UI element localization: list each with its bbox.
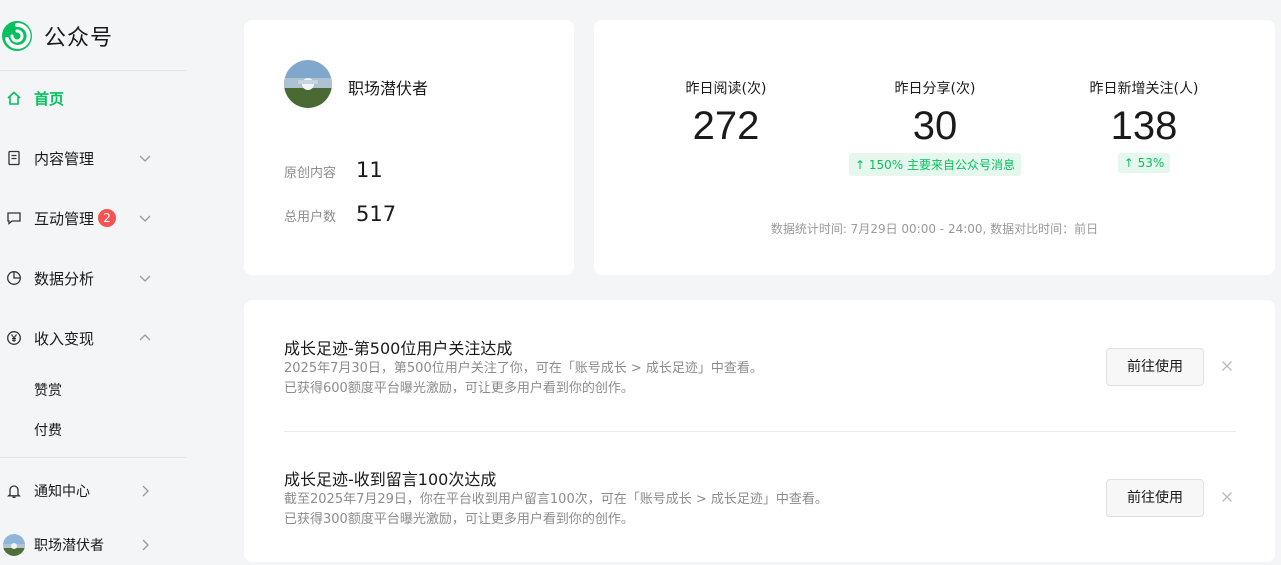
chevron-right-icon (142, 539, 149, 551)
stat-follows: 昨日新增关注(人) 138 ↑ 53% (1034, 78, 1254, 173)
original-content-label: 原创内容 (284, 166, 337, 181)
go-use-button[interactable]: 前往使用 (1106, 348, 1204, 386)
sidebar-item-label: 数据分析 (34, 269, 95, 288)
sidebar-item-label: 首页 (34, 89, 65, 108)
unread-badge: 2 (98, 209, 117, 227)
app-title: 公众号 (44, 26, 114, 51)
home-icon (6, 90, 22, 106)
milestones-card: 成长足迹-第500位用户关注达成 2025年7月30日，第500位用户关注了你，… (244, 300, 1275, 562)
wechat-official-logo-icon (2, 21, 32, 51)
milestone-description: 2025年7月30日，第500位用户关注了你，可在「账号成长 > 成长足迹」中查… (284, 359, 763, 399)
sidebar-subitem-paid[interactable]: 付费 (34, 416, 62, 446)
chevron-up-icon (139, 334, 151, 341)
milestone-line: 2025年7月30日，第500位用户关注了你，可在「账号成长 > 成长足迹」中查… (284, 361, 763, 376)
stat-value: 138 (1110, 104, 1178, 148)
sidebar: 公众号 首页 内容管理 互动管理 2 数据分析 收入变现 赞赏 付费 通知中心 … (0, 0, 186, 562)
sidebar-item-label: 内容管理 (34, 149, 95, 168)
close-icon[interactable] (1220, 490, 1234, 504)
trend-badge: ↑ 53% (1117, 153, 1171, 173)
avatar (284, 60, 332, 108)
sidebar-item-label: 职场潜伏者 (34, 538, 104, 554)
sidebar-item-account[interactable]: 职场潜伏者 (0, 525, 186, 565)
original-content-value: 11 (356, 158, 383, 182)
stats-card: 昨日阅读(次) 272 昨日分享(次) 30 ↑ 150% 主要来自公众号消息 … (594, 20, 1275, 275)
chevron-down-icon (139, 275, 151, 282)
chevron-down-icon (139, 155, 151, 162)
sidebar-divider (0, 70, 186, 71)
stat-value: 272 (692, 104, 760, 148)
stat-label: 昨日新增关注(人) (1089, 81, 1199, 97)
total-users-label: 总用户数 (284, 210, 337, 225)
milestone-line: 已获得600额度平台曝光激励，可让更多用户看到你的创作。 (284, 381, 634, 396)
sidebar-subitem-reward[interactable]: 赞赏 (34, 376, 62, 406)
milestone-line: 已获得300额度平台曝光激励，可让更多用户看到你的创作。 (284, 512, 634, 527)
sidebar-item-home[interactable]: 首页 (0, 78, 186, 118)
sidebar-item-label: 收入变现 (34, 329, 95, 348)
comment-icon (6, 210, 22, 226)
account-name: 职场潜伏者 (348, 79, 429, 98)
stats-footnote: 数据统计时间: 7月29日 00:00 - 24:00, 数据对比时间：前日 (770, 222, 1099, 236)
go-use-button[interactable]: 前往使用 (1106, 479, 1204, 517)
sidebar-item-label: 互动管理 (34, 209, 95, 228)
chevron-right-icon (142, 485, 149, 497)
bell-icon (6, 483, 22, 499)
milestone-line: 截至2025年7月29日，你在平台收到用户留言100次，可在「账号成长 > 成长… (284, 492, 828, 507)
sidebar-item-notifications[interactable]: 通知中心 (0, 471, 186, 511)
brand[interactable]: 公众号 (0, 16, 113, 56)
trend-badge: ↑ 150% 主要来自公众号消息 (849, 153, 1021, 176)
sidebar-divider (0, 457, 186, 458)
stat-shares: 昨日分享(次) 30 ↑ 150% 主要来自公众号消息 (825, 78, 1045, 176)
yen-icon (6, 330, 22, 346)
sidebar-item-interaction[interactable]: 互动管理 2 (0, 198, 186, 238)
profile-card: 职场潜伏者 原创内容 11 总用户数 517 (244, 20, 574, 275)
total-users-value: 517 (356, 202, 397, 226)
sidebar-item-monetization[interactable]: 收入变现 (0, 318, 186, 358)
pie-chart-icon (6, 270, 22, 286)
sidebar-item-label: 通知中心 (34, 484, 90, 500)
milestone-title: 成长足迹-收到留言100次达成 (284, 470, 497, 489)
stat-label: 昨日阅读(次) (685, 81, 767, 97)
sidebar-item-content[interactable]: 内容管理 (0, 138, 186, 178)
close-icon[interactable] (1220, 359, 1234, 373)
stat-reads: 昨日阅读(次) 272 (616, 78, 836, 149)
stat-value: 30 (912, 104, 958, 148)
milestone-title: 成长足迹-第500位用户关注达成 (284, 339, 513, 358)
avatar (3, 534, 25, 556)
sidebar-item-analytics[interactable]: 数据分析 (0, 258, 186, 298)
document-icon (6, 150, 22, 166)
chevron-down-icon (139, 215, 151, 222)
milestone-description: 截至2025年7月29日，你在平台收到用户留言100次，可在「账号成长 > 成长… (284, 490, 828, 530)
stat-label: 昨日分享(次) (894, 81, 976, 97)
milestone-divider (284, 431, 1236, 432)
